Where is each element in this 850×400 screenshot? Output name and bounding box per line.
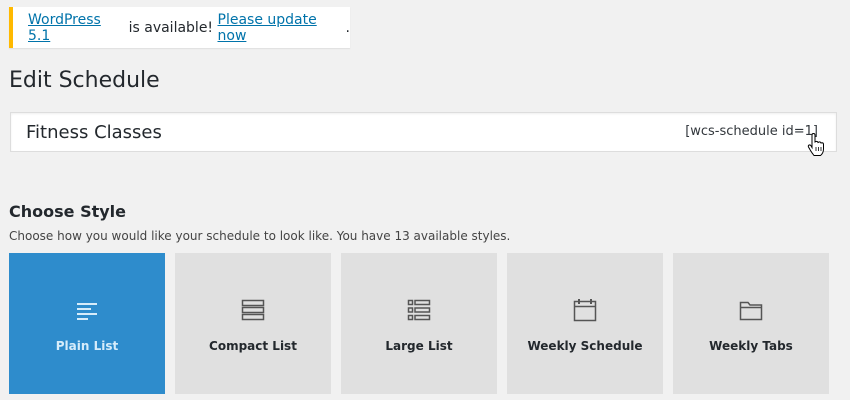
style-option-plain-list[interactable]: Plain List: [9, 253, 165, 394]
schedule-title-input[interactable]: [11, 113, 631, 151]
style-option-label: Large List: [385, 339, 453, 353]
style-option-label: Weekly Schedule: [527, 339, 643, 353]
style-option-large-list[interactable]: Large List: [341, 253, 497, 394]
compact-list-icon: [241, 299, 265, 321]
shortcode-text[interactable]: [wcs-schedule id=1]: [685, 124, 818, 139]
style-option-label: Compact List: [209, 339, 297, 353]
update-now-link[interactable]: Please update now: [218, 12, 346, 44]
notice-text: is available!: [124, 19, 218, 36]
notice-end: .: [345, 19, 350, 36]
page-title: Edit Schedule: [9, 68, 160, 93]
style-options: Plain List Compact List Large List Weekl…: [9, 253, 829, 394]
style-option-weekly-tabs[interactable]: Weekly Tabs: [673, 253, 829, 394]
wordpress-version-link[interactable]: WordPress 5.1: [28, 12, 124, 44]
style-option-weekly-schedule[interactable]: Weekly Schedule: [507, 253, 663, 394]
choose-style-description: Choose how you would like your schedule …: [9, 229, 511, 243]
style-option-label: Plain List: [55, 339, 119, 353]
update-notice: WordPress 5.1 is available! Please updat…: [9, 7, 350, 48]
folder-icon: [739, 301, 763, 321]
schedule-title-box: [wcs-schedule id=1]: [10, 112, 837, 152]
plain-list-icon: [77, 303, 97, 320]
hand-cursor-icon: [807, 133, 824, 156]
calendar-icon: [573, 299, 597, 322]
choose-style-heading: Choose Style: [9, 202, 126, 221]
style-option-compact-list[interactable]: Compact List: [175, 253, 331, 394]
large-list-icon: [407, 299, 431, 321]
style-option-label: Weekly Tabs: [709, 339, 793, 353]
